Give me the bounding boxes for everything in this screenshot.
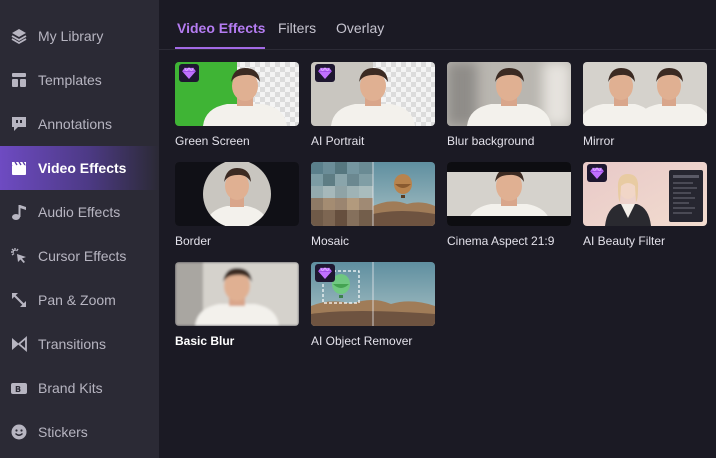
layers-icon: [10, 27, 28, 45]
effect-thumbnail: [583, 62, 707, 126]
tab-filters[interactable]: Filters: [278, 20, 316, 36]
sidebar-item-pan-zoom[interactable]: Pan & Zoom: [0, 278, 159, 322]
effect-label: Basic Blur: [175, 334, 235, 348]
sidebar-item-annotations[interactable]: Annotations: [0, 102, 159, 146]
effect-label: Blur background: [447, 134, 535, 148]
premium-gem-icon: [179, 64, 199, 82]
sidebar-item-label: Templates: [38, 72, 102, 88]
sidebar: My Library Templates Annotations Video E…: [0, 0, 159, 458]
sidebar-item-brand-kits[interactable]: B Brand Kits: [0, 366, 159, 410]
expand-arrow-icon: [10, 291, 28, 309]
premium-gem-icon: [315, 64, 335, 82]
sidebar-item-label: Stickers: [38, 424, 88, 440]
effect-thumbnail: [311, 162, 435, 226]
effect-label: Border: [175, 234, 212, 248]
templates-icon: [10, 71, 28, 89]
sidebar-item-cursor-effects[interactable]: Cursor Effects: [0, 234, 159, 278]
sidebar-item-label: Annotations: [38, 116, 112, 132]
effect-thumbnail: [175, 262, 299, 326]
sidebar-item-label: My Library: [38, 28, 104, 44]
effects-panel: Video Effects Filters Overlay Green Scre…: [159, 0, 716, 458]
annotation-icon: [10, 115, 28, 133]
sidebar-item-stickers[interactable]: Stickers: [0, 410, 159, 454]
cursor-click-icon: [10, 247, 28, 265]
tab-bar: Video Effects Filters Overlay: [159, 0, 716, 50]
effect-label: Green Screen: [175, 134, 250, 148]
effect-label: AI Object Remover: [311, 334, 413, 348]
effect-label: Mirror: [583, 134, 615, 148]
sidebar-item-label: Transitions: [38, 336, 106, 352]
sidebar-item-label: Cursor Effects: [38, 248, 127, 264]
effect-label: Mosaic: [311, 234, 350, 248]
clapperboard-icon: [10, 159, 28, 177]
sidebar-item-my-library[interactable]: My Library: [0, 14, 159, 58]
sidebar-item-label: Brand Kits: [38, 380, 103, 396]
effect-thumbnail: [447, 62, 571, 126]
sidebar-item-label: Pan & Zoom: [38, 292, 116, 308]
effect-thumbnail: [175, 162, 299, 226]
premium-gem-icon: [587, 164, 607, 182]
effect-thumbnail: [447, 162, 571, 226]
brand-kit-icon: B: [10, 379, 28, 397]
smiley-icon: [10, 423, 28, 441]
svg-text:B: B: [15, 385, 21, 394]
sidebar-item-audio-effects[interactable]: Audio Effects: [0, 190, 159, 234]
sidebar-item-transitions[interactable]: Transitions: [0, 322, 159, 366]
tab-video-effects[interactable]: Video Effects: [177, 20, 265, 36]
active-tab-indicator: [175, 47, 265, 49]
effect-label: AI Beauty Filter: [583, 234, 666, 248]
music-note-icon: [10, 203, 28, 221]
sidebar-item-label: Audio Effects: [38, 204, 121, 220]
tab-overlay[interactable]: Overlay: [336, 20, 384, 36]
effect-label: Cinema Aspect 21:9: [447, 234, 555, 248]
premium-gem-icon: [315, 264, 335, 282]
sidebar-item-video-effects[interactable]: Video Effects: [0, 146, 159, 190]
effect-label: AI Portrait: [311, 134, 365, 148]
sidebar-item-label: Video Effects: [38, 160, 127, 176]
sidebar-item-templates[interactable]: Templates: [0, 58, 159, 102]
transition-icon: [10, 335, 28, 353]
